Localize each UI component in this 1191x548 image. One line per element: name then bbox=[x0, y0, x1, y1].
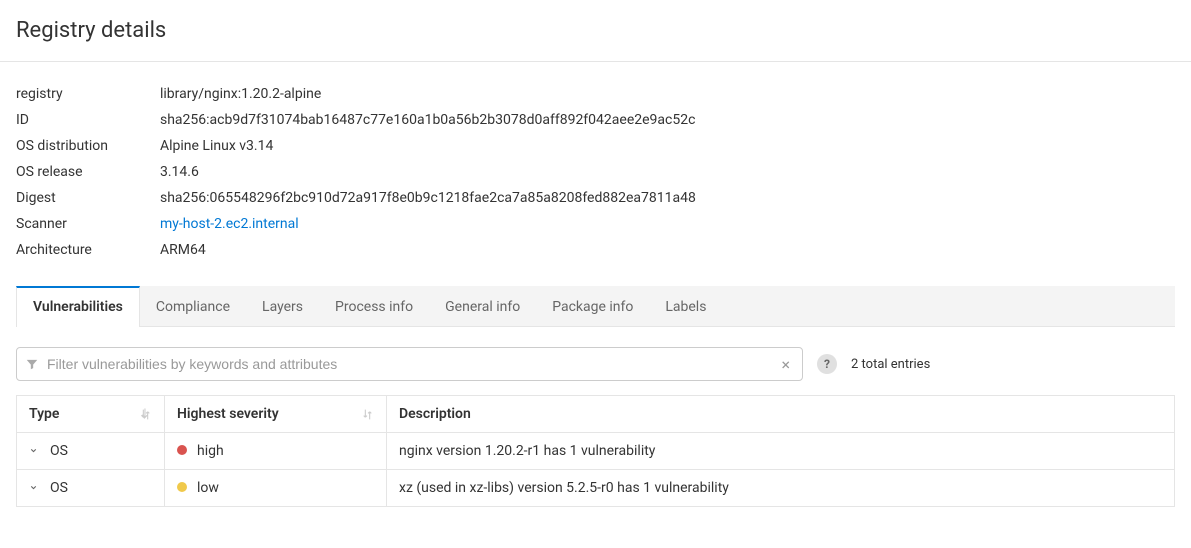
tabs-filler bbox=[722, 286, 1175, 326]
detail-label: OS release bbox=[16, 164, 160, 180]
tab-labels[interactable]: Labels bbox=[649, 286, 722, 326]
cell-type: OS bbox=[17, 470, 165, 507]
tab-process-info[interactable]: Process info bbox=[319, 286, 429, 326]
details-section: registry library/nginx:1.20.2-alpine ID … bbox=[16, 86, 1175, 258]
detail-label: ID bbox=[16, 112, 160, 128]
filter-box: × bbox=[16, 347, 803, 381]
detail-value: sha256:065548296f2bc910d72a917f8e0b9c121… bbox=[160, 190, 696, 206]
scanner-link[interactable]: my-host-2.ec2.internal bbox=[160, 216, 299, 232]
tab-package-info[interactable]: Package info bbox=[536, 286, 649, 326]
detail-value: Alpine Linux v3.14 bbox=[160, 138, 273, 154]
severity-dot-icon bbox=[177, 445, 187, 455]
severity-value: low bbox=[197, 480, 219, 496]
table-row[interactable]: OS low xz (used in xz-libs) version 5.2.5-… bbox=[17, 470, 1175, 507]
tab-general-info[interactable]: General info bbox=[429, 286, 536, 326]
severity-value: high bbox=[197, 443, 224, 459]
detail-value: library/nginx:1.20.2-alpine bbox=[160, 86, 321, 102]
table-row[interactable]: OS high nginx version 1.20.2-r1 has 1 vuln… bbox=[17, 433, 1175, 470]
cell-type: OS bbox=[17, 433, 165, 470]
column-header-severity[interactable]: Highest severity bbox=[165, 396, 387, 433]
detail-label: Digest bbox=[16, 190, 160, 206]
type-value: OS bbox=[50, 480, 68, 496]
tab-layers[interactable]: Layers bbox=[246, 286, 319, 326]
page-title: Registry details bbox=[16, 18, 1175, 43]
column-header-type[interactable]: Type bbox=[17, 396, 165, 433]
filter-input[interactable] bbox=[47, 356, 777, 372]
cell-severity: high bbox=[165, 433, 387, 470]
detail-row-digest: Digest sha256:065548296f2bc910d72a917f8e… bbox=[16, 190, 1175, 206]
detail-row-os-dist: OS distribution Alpine Linux v3.14 bbox=[16, 138, 1175, 154]
detail-label: Architecture bbox=[16, 242, 160, 258]
severity-dot-icon bbox=[177, 482, 187, 492]
help-icon[interactable]: ? bbox=[817, 354, 837, 374]
table-header-row: Type Highest severity Descr bbox=[17, 396, 1175, 433]
sort-icon bbox=[139, 408, 152, 421]
tab-compliance[interactable]: Compliance bbox=[140, 286, 246, 326]
detail-label: OS distribution bbox=[16, 138, 160, 154]
entries-count: 2 total entries bbox=[851, 357, 930, 372]
filter-icon bbox=[25, 357, 39, 371]
cell-description: xz (used in xz-libs) version 5.2.5-r0 ha… bbox=[387, 470, 1175, 507]
detail-row-scanner: Scanner my-host-2.ec2.internal bbox=[16, 216, 1175, 232]
chevron-down-icon[interactable] bbox=[29, 483, 38, 495]
detail-row-arch: Architecture ARM64 bbox=[16, 242, 1175, 258]
vulnerabilities-table: Type Highest severity Descr bbox=[16, 395, 1175, 507]
detail-row-os-release: OS release 3.14.6 bbox=[16, 164, 1175, 180]
detail-label: registry bbox=[16, 86, 160, 102]
column-label: Highest severity bbox=[177, 406, 279, 422]
page-content: registry library/nginx:1.20.2-alpine ID … bbox=[0, 62, 1191, 523]
detail-label: Scanner bbox=[16, 216, 160, 232]
tabs-bar: Vulnerabilities Compliance Layers Proces… bbox=[16, 286, 1175, 327]
clear-icon[interactable]: × bbox=[777, 355, 794, 374]
cell-severity: low bbox=[165, 470, 387, 507]
detail-row-registry: registry library/nginx:1.20.2-alpine bbox=[16, 86, 1175, 102]
column-label: Type bbox=[29, 406, 59, 422]
detail-value: 3.14.6 bbox=[160, 164, 199, 180]
detail-value: ARM64 bbox=[160, 242, 206, 258]
type-value: OS bbox=[50, 443, 68, 459]
sort-icon bbox=[361, 408, 374, 421]
page-header: Registry details bbox=[0, 0, 1191, 62]
filter-row: × ? 2 total entries bbox=[16, 347, 1175, 381]
detail-value: sha256:acb9d7f31074bab16487c77e160a1b0a5… bbox=[160, 112, 695, 128]
cell-description: nginx version 1.20.2-r1 has 1 vulnerabil… bbox=[387, 433, 1175, 470]
detail-row-id: ID sha256:acb9d7f31074bab16487c77e160a1b… bbox=[16, 112, 1175, 128]
column-header-description: Description bbox=[387, 396, 1175, 433]
column-label: Description bbox=[399, 406, 471, 422]
tab-vulnerabilities[interactable]: Vulnerabilities bbox=[16, 286, 140, 326]
chevron-down-icon[interactable] bbox=[29, 446, 38, 458]
